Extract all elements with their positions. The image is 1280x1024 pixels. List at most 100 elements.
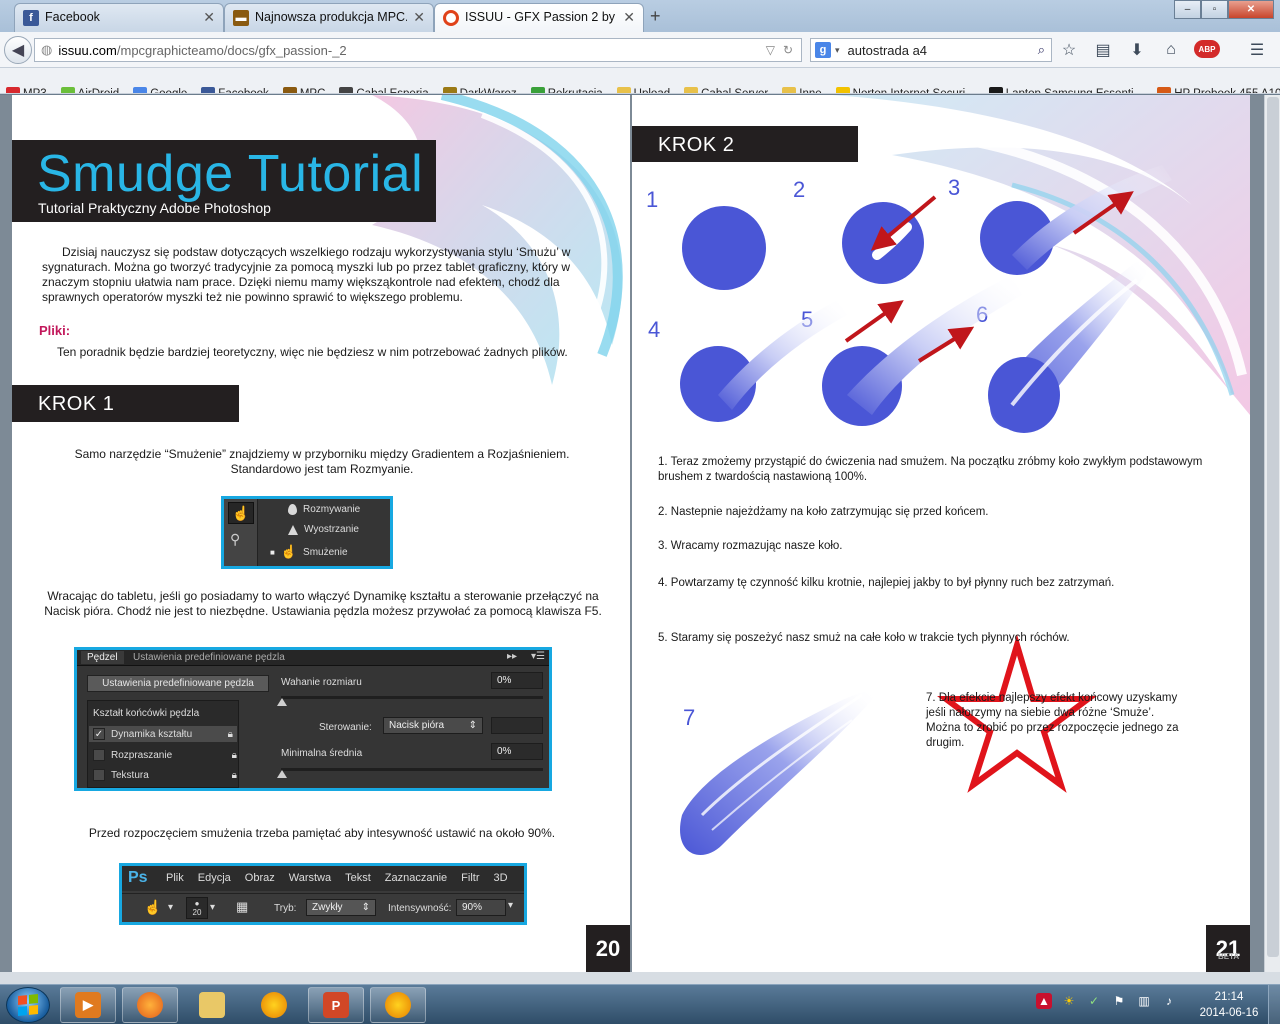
search-engine-dropdown-icon[interactable]: ▾ xyxy=(835,45,840,56)
close-tab-icon[interactable]: ✕ xyxy=(623,10,635,24)
ps-menu-item[interactable]: Edycja xyxy=(198,872,231,884)
new-tab-button[interactable]: + xyxy=(650,6,661,27)
system-clock[interactable]: 21:14 2014-06-16 xyxy=(1196,989,1262,1021)
menu-item-sharpen[interactable]: Wyostrzanie xyxy=(288,524,359,535)
menu-icon[interactable]: ☰ xyxy=(1246,40,1268,60)
taskbar-file-explorer[interactable] xyxy=(184,987,240,1023)
bookmark-star-icon[interactable]: ☆ xyxy=(1058,40,1080,60)
bookmark-item[interactable]: Laptop Samsung Essenti... xyxy=(988,87,1143,93)
menu-item-blur[interactable]: Rozmywanie xyxy=(288,504,360,515)
close-tab-icon[interactable]: ✕ xyxy=(413,10,425,24)
bookmark-item[interactable]: MP3 xyxy=(6,87,47,93)
tab-issuu[interactable]: ISSUU - GFX Passion 2 by ... ✕ xyxy=(434,3,644,32)
search-bar[interactable]: g ▾ autostrada a4 ⌕ xyxy=(810,38,1052,62)
reload-icon[interactable]: ↻ xyxy=(783,43,793,57)
back-button[interactable]: ◀ xyxy=(4,36,32,64)
mode-select[interactable]: Zwykły ⇕ xyxy=(306,899,376,916)
ps-menu-item[interactable]: Warstwa xyxy=(289,872,331,884)
option-texture[interactable]: Tekstura 🔒︎ xyxy=(93,769,237,781)
download-icon[interactable]: ⬇ xyxy=(1126,40,1148,60)
tab-brush-presets[interactable]: Ustawienia predefiniowane pędzla xyxy=(133,652,285,663)
taskbar-media-player[interactable]: ▶ xyxy=(60,987,116,1023)
ps-menu-item[interactable]: Obraz xyxy=(245,872,275,884)
adblock-icon[interactable]: ABP xyxy=(1194,40,1220,58)
size-jitter-slider[interactable] xyxy=(281,696,543,699)
bookmark-item[interactable]: Rekrutacja xyxy=(530,87,603,93)
minimize-button[interactable]: – xyxy=(1174,0,1201,19)
url-bar[interactable]: ◍ issuu.com/mpcgraphicteamo/docs/gfx_pas… xyxy=(34,38,802,62)
tool-dropdown-icon[interactable]: ▾ xyxy=(168,902,173,913)
option-shape-dynamics[interactable]: ✓ Dynamika kształtu 🔒︎ xyxy=(89,726,237,742)
bookmark-item[interactable]: Norton Internet Securi... xyxy=(835,87,975,93)
brush-panel-toggle-icon[interactable]: ▦ xyxy=(236,899,248,915)
ps-menu-item[interactable]: Plik xyxy=(166,872,184,884)
intensity-dropdown-icon[interactable]: ▾ xyxy=(508,900,513,911)
menu-item-smudge[interactable]: ■ ☝ Smużenie xyxy=(270,544,348,560)
size-jitter-field[interactable]: 0% xyxy=(491,672,543,689)
checkbox-icon[interactable] xyxy=(93,769,105,781)
intensity-field[interactable]: 90% xyxy=(456,899,506,916)
vertical-scrollbar[interactable] xyxy=(1264,95,1280,972)
brush-tip-shape-label[interactable]: Kształt końcówki pędzla xyxy=(93,708,199,719)
bookmark-item[interactable]: Facebook xyxy=(201,87,269,93)
bookmark-item[interactable]: Cabal Esperia xyxy=(339,87,429,93)
smudge-tool-icon[interactable]: ☝ xyxy=(144,899,161,916)
option-scattering[interactable]: Rozpraszanie 🔒︎ xyxy=(93,749,237,761)
taskbar-office-app[interactable]: P xyxy=(308,987,364,1023)
panel-menu-icon[interactable]: ▾☰ xyxy=(531,651,545,662)
ps-menu-item[interactable]: Zaznaczanie xyxy=(385,872,447,884)
bookmark-item[interactable]: AirDroid xyxy=(60,87,119,93)
bookmark-item[interactable]: Inne xyxy=(782,87,822,93)
bookmark-item[interactable]: Cabal Server xyxy=(684,87,768,93)
google-icon[interactable]: g xyxy=(815,42,831,58)
lock-icon[interactable]: 🔒︎ xyxy=(232,770,237,781)
checkbox-icon[interactable] xyxy=(93,749,105,761)
search-icon[interactable]: ⌕ xyxy=(1038,42,1051,58)
brush-presets-button[interactable]: Ustawienia predefiniowane pędzla xyxy=(87,675,269,692)
lock-icon[interactable]: 🔒︎ xyxy=(228,729,233,740)
min-diameter-field[interactable]: 0% xyxy=(491,743,543,760)
min-diameter-slider[interactable] xyxy=(281,768,543,771)
action-center-flag-icon[interactable]: ⚑ xyxy=(1111,993,1127,1009)
control-select[interactable]: Nacisk pióra ⇕ xyxy=(383,717,483,734)
bookmark-item[interactable]: Google xyxy=(133,87,187,93)
lock-icon[interactable]: 🔒︎ xyxy=(232,750,237,761)
checkbox-checked-icon[interactable]: ✓ xyxy=(93,728,105,740)
volume-icon[interactable]: ♪ xyxy=(1161,993,1177,1009)
tray-sun-icon[interactable]: ☀ xyxy=(1061,993,1077,1009)
show-desktop-button[interactable] xyxy=(1268,985,1280,1024)
control-extra-field[interactable] xyxy=(491,717,543,734)
taskbar-sun-app[interactable] xyxy=(246,987,302,1023)
close-tab-icon[interactable]: ✕ xyxy=(203,10,215,24)
bookmark-item[interactable]: Upload xyxy=(616,87,670,93)
maximize-button[interactable]: ▫ xyxy=(1201,0,1228,19)
scrollbar-thumb[interactable] xyxy=(1267,97,1279,957)
slider-handle-icon[interactable] xyxy=(277,770,287,778)
ps-menu-item[interactable]: Tekst xyxy=(345,872,371,884)
bookmarks-list-icon[interactable]: ▤ xyxy=(1092,40,1114,60)
dropdown-arrow-icon[interactable]: ▽ xyxy=(766,43,775,57)
search-input[interactable]: autostrada a4 xyxy=(848,43,928,58)
tab-facebook[interactable]: f Facebook ✕ xyxy=(14,3,224,32)
bookmark-item[interactable]: DarkWarez xyxy=(442,87,517,93)
tab-brush[interactable]: Pędzel xyxy=(81,651,124,664)
taskbar-sun-app-2[interactable] xyxy=(370,987,426,1023)
tab-mpc[interactable]: ▬ Najnowsza produkcja MPC... ✕ xyxy=(224,3,434,32)
tray-app-icon[interactable]: ▲ xyxy=(1036,993,1052,1009)
taskbar-firefox[interactable] xyxy=(122,987,178,1023)
close-window-button[interactable]: ✕ xyxy=(1228,0,1274,19)
start-button[interactable] xyxy=(6,987,50,1023)
slider-handle-icon[interactable] xyxy=(277,698,287,706)
tray-check-icon[interactable]: ✓ xyxy=(1086,993,1102,1009)
brush-size-picker[interactable]: ● 20 xyxy=(186,897,208,919)
dodge-tool-icon[interactable]: ⚲ xyxy=(230,531,240,548)
panel-collapse-icon[interactable]: ▸▸ xyxy=(507,651,517,662)
bookmark-item[interactable]: MPC xyxy=(282,87,325,93)
ps-menu-item[interactable]: Filtr xyxy=(461,872,479,884)
brush-size-dropdown-icon[interactable]: ▾ xyxy=(210,902,215,913)
smudge-tool-icon[interactable]: ☝ xyxy=(228,502,254,524)
bookmark-item[interactable]: HP Probook 455 A10-5... xyxy=(1157,87,1280,93)
home-icon[interactable]: ⌂ xyxy=(1160,40,1182,60)
network-icon[interactable]: ▥ xyxy=(1136,993,1152,1009)
ps-menu-item[interactable]: 3D xyxy=(494,872,508,884)
